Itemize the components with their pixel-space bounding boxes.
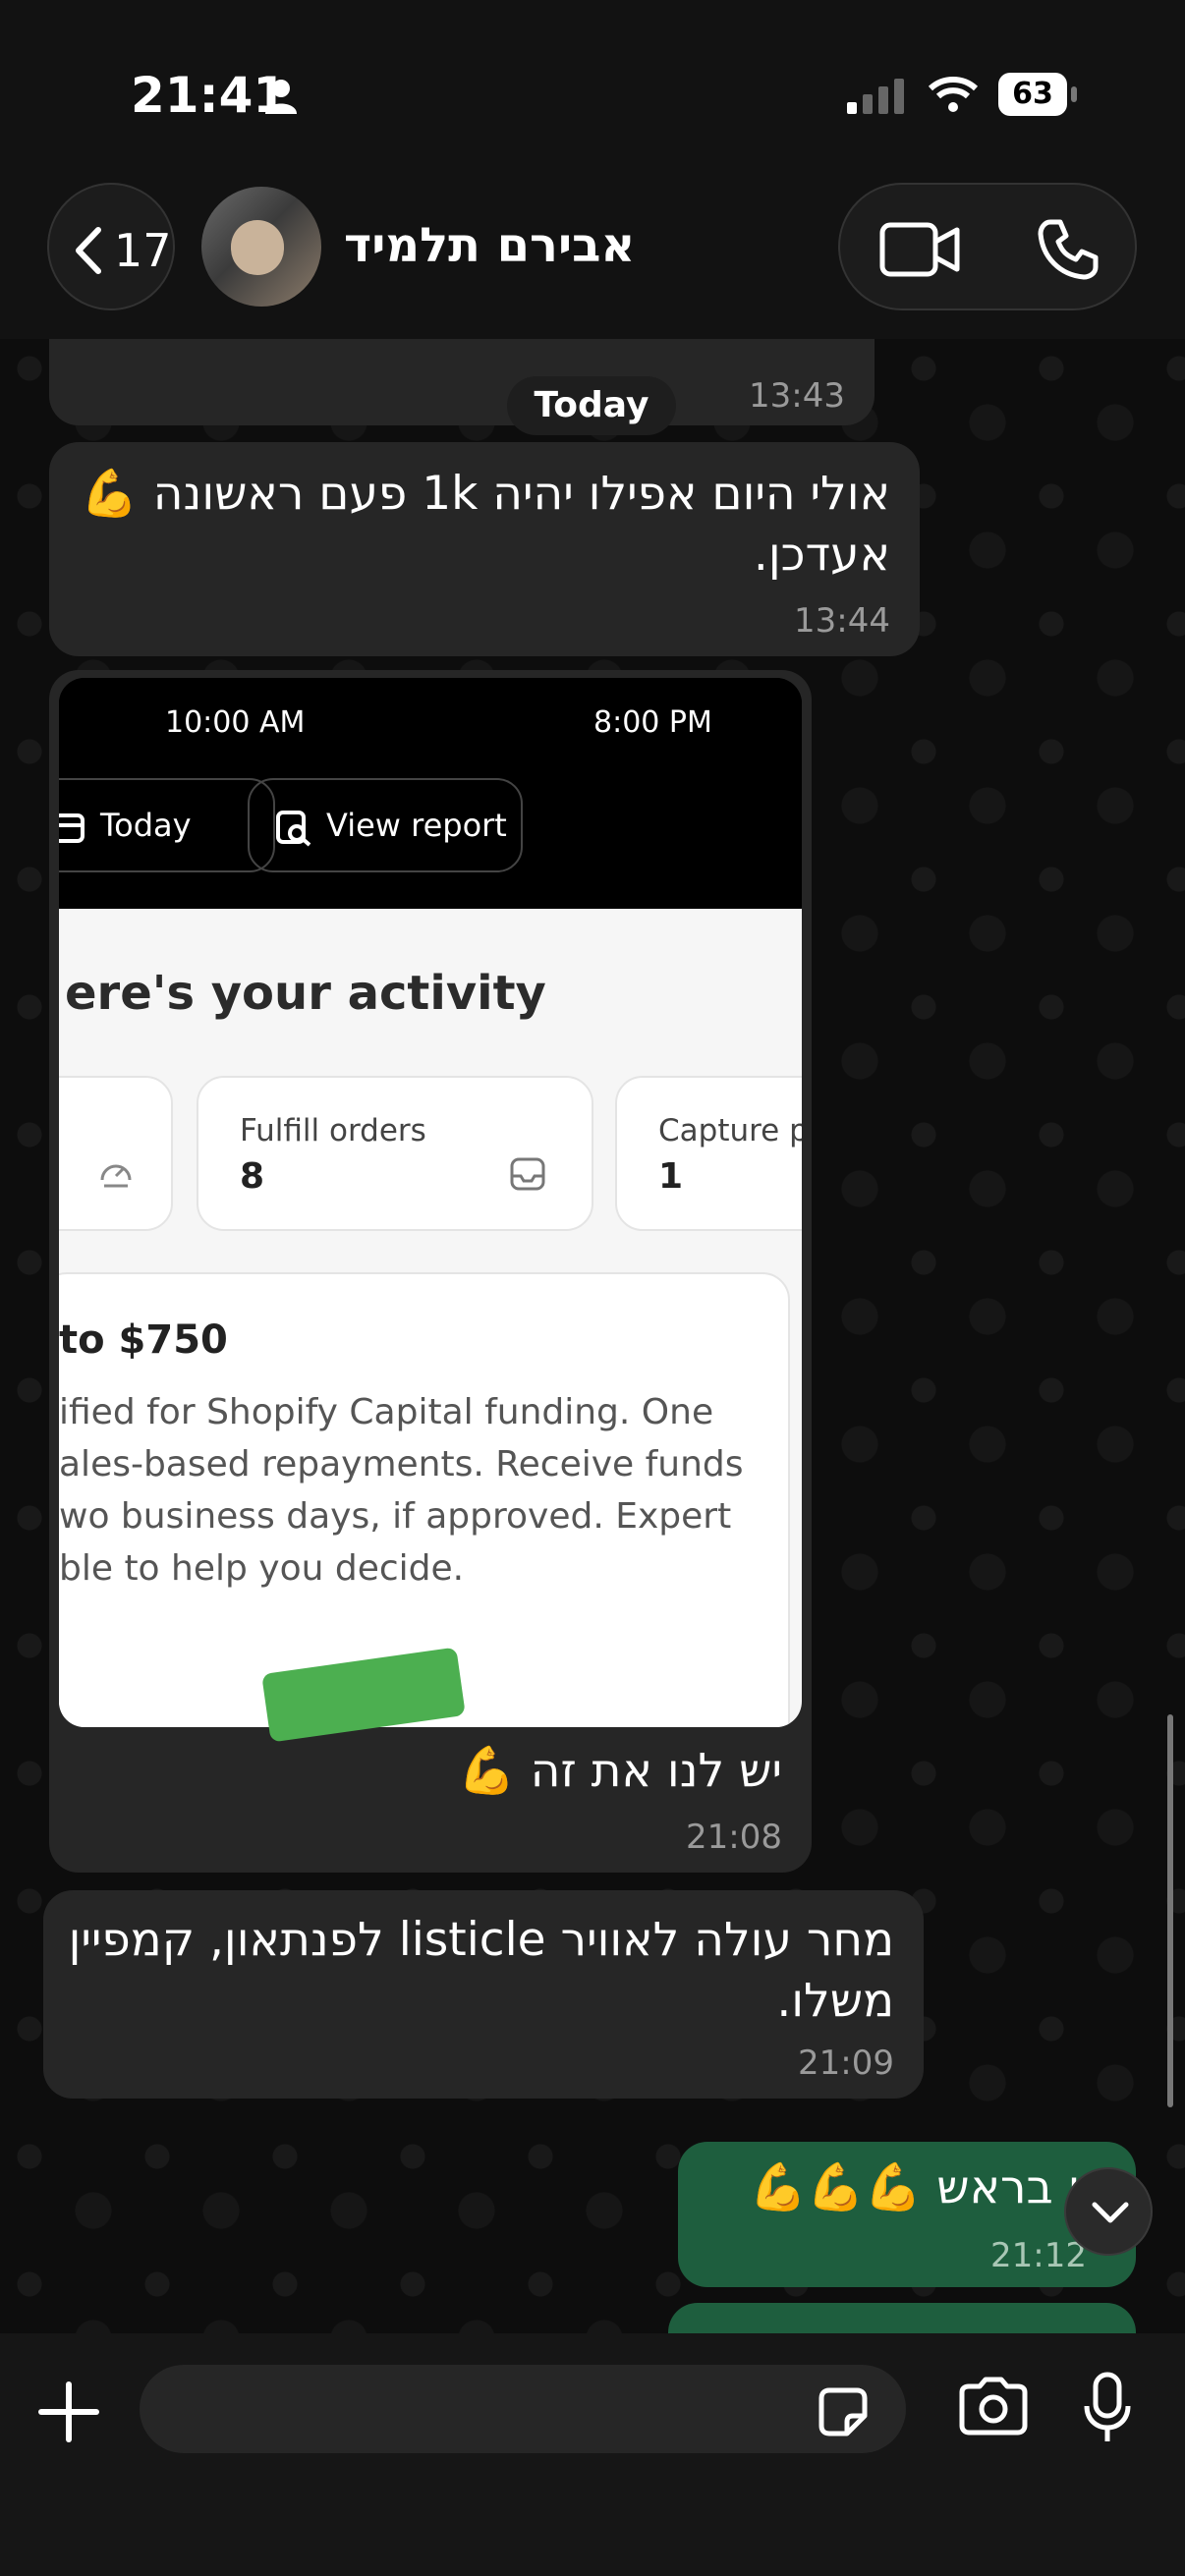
message-input-bar — [0, 2333, 1185, 2576]
promo-line: ble to help you decide. — [59, 1548, 465, 1589]
message-time: 21:08 — [686, 1818, 782, 1857]
battery-indicator: 63 — [998, 73, 1077, 116]
chevron-left-icon — [76, 227, 101, 274]
view-report-pill: View report — [248, 778, 523, 872]
scrollbar[interactable] — [1167, 1714, 1173, 2107]
message-bubble[interactable]: 13:43 — [49, 339, 875, 425]
chevron-down-icon — [1092, 2202, 1129, 2223]
promo-line: ales-based repayments. Receive funds — [59, 1444, 744, 1484]
card-label: Capture p — [658, 1113, 802, 1148]
message-caption: יש לנו את זה 💪 — [458, 1744, 782, 1798]
message-text: מחר עולה לאוויר listicle לפנתאון, קמפיין… — [68, 1913, 894, 2028]
message-bubble[interactable]: אולי היום אפילו יהיה 1k פעם ראשונה 💪 אעד… — [49, 442, 920, 656]
phone-call-icon[interactable] — [1037, 218, 1100, 281]
promo-line: ified for Shopify Capital funding. One — [59, 1392, 714, 1432]
report-search-icon — [276, 811, 311, 847]
avatar[interactable] — [201, 187, 321, 307]
promo-heading: to $750 — [59, 1317, 228, 1363]
gauge-icon — [100, 1164, 132, 1188]
view-report-label: View report — [326, 807, 507, 844]
card-label: Fulfill orders — [240, 1113, 426, 1148]
message-text: אולי היום אפילו יהיה 1k פעם ראשונה 💪 אעד… — [81, 467, 890, 582]
screenshot-topbar: 10:00 AM 8:00 PM Today View report — [59, 678, 802, 909]
message-time: 13:43 — [749, 376, 845, 416]
back-button[interactable]: 17 — [47, 183, 175, 310]
message-time: 21:09 — [798, 2044, 894, 2083]
shared-screenshot[interactable]: 10:00 AM 8:00 PM Today View report ere's… — [59, 678, 802, 1727]
plus-icon[interactable] — [37, 2380, 100, 2443]
activity-heading: ere's your activity — [65, 966, 546, 1021]
scroll-down-button[interactable] — [1064, 2167, 1153, 2256]
signal-icon — [847, 79, 904, 114]
card-value: 8 — [240, 1156, 265, 1197]
card-value: 1 — [658, 1156, 684, 1197]
video-call-icon[interactable] — [879, 222, 960, 277]
status-bar: 21:41 63 — [0, 0, 1185, 187]
promo-line: wo business days, if approved. Expert — [59, 1496, 732, 1537]
battery-level: 63 — [998, 73, 1067, 116]
chat-header: 17 אבירם תלמיד — [0, 167, 1185, 339]
call-buttons — [838, 183, 1137, 310]
outgoing-message-bubble[interactable] — [668, 2303, 1136, 2333]
activity-card — [59, 1076, 173, 1231]
person-icon — [265, 80, 297, 114]
wifi-icon — [929, 77, 978, 112]
status-time: 21:41 — [131, 67, 288, 124]
camera-icon[interactable] — [958, 2377, 1029, 2436]
message-time: 21:12 — [990, 2236, 1087, 2275]
contact-name[interactable]: אבירם תלמיד — [344, 218, 635, 273]
inbox-icon — [510, 1157, 545, 1191]
calendar-icon — [59, 813, 85, 843]
sticker-icon[interactable] — [816, 2384, 871, 2439]
message-input[interactable] — [140, 2365, 906, 2453]
activity-card: Capture p 1 — [615, 1076, 802, 1231]
today-pill: Today — [59, 778, 275, 872]
time-range-start: 10:00 AM — [165, 705, 306, 740]
today-pill-label: Today — [100, 807, 192, 844]
date-chip: Today — [507, 376, 676, 435]
activity-sheet: ere's your activity Fulfill orders 8 Cap… — [59, 909, 802, 1727]
message-text: רו בראש 💪💪💪 — [749, 2160, 1106, 2214]
message-bubble[interactable]: מחר עולה לאוויר listicle לפנתאון, קמפיין… — [43, 1890, 924, 2099]
time-range-end: 8:00 PM — [593, 705, 712, 740]
microphone-icon[interactable] — [1083, 2371, 1132, 2445]
unread-count: 17 — [114, 224, 172, 277]
activity-card: Fulfill orders 8 — [197, 1076, 593, 1231]
message-time: 13:44 — [794, 601, 890, 641]
